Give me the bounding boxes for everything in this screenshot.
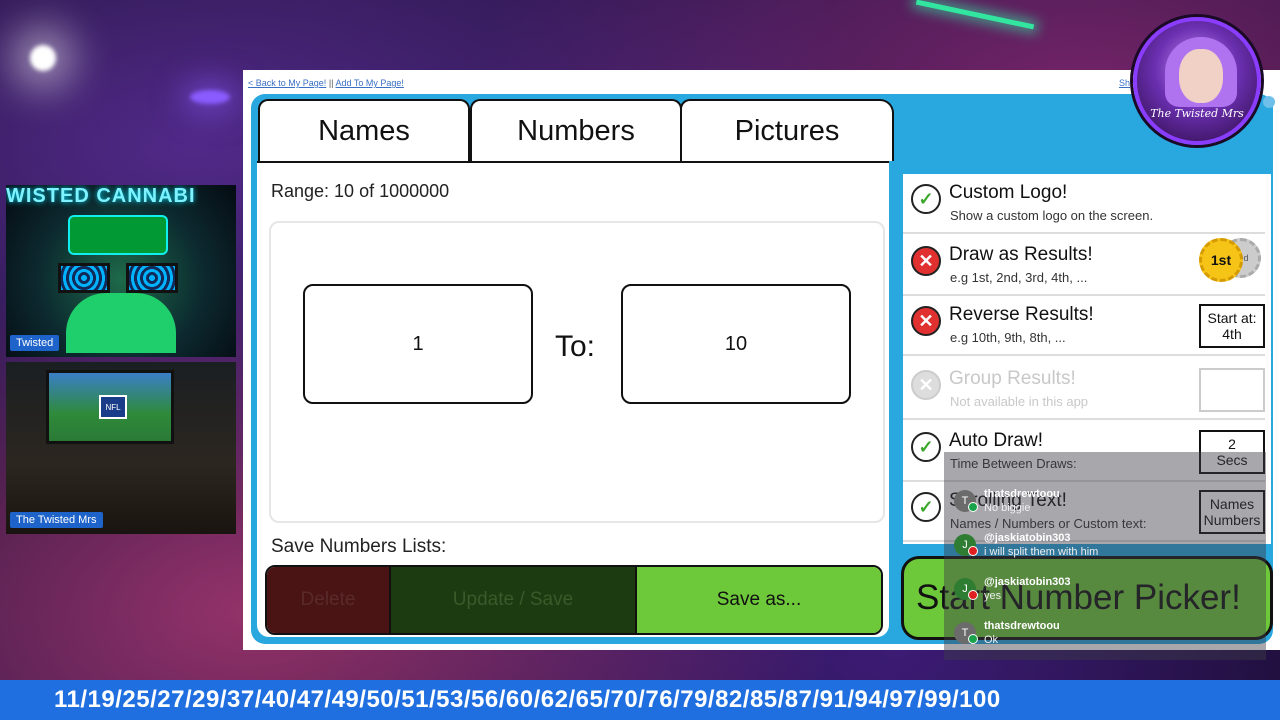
stage-light [30,45,56,71]
first-place-medal-icon: 1st [1199,238,1243,282]
avatar-signature: The Twisted Mrs [1150,107,1244,120]
option-title: Draw as Results! [949,244,1093,265]
to-number-input[interactable]: 10 [621,284,851,404]
nfl-logo-icon: NFL [99,395,127,419]
chat-text: yes [984,590,1002,602]
option-desc: Not available in this app [950,394,1089,409]
update-save-button[interactable]: Update / Save [391,567,637,633]
avatar-face [1179,49,1223,103]
link-separator: || [328,78,334,88]
side-line-2: 4th [1222,326,1242,342]
option-title: Auto Draw! [949,430,1043,451]
check-circle-icon[interactable]: ✓ [911,432,941,462]
kick-icon [968,634,978,644]
group-setting [1199,368,1265,412]
cross-circle-disabled-icon: ✕ [911,370,941,400]
option-desc: e.g 10th, 9th, 8th, ... [950,330,1066,345]
webcam-label: The Twisted Mrs [10,512,103,528]
settings-gear-icon[interactable] [1263,96,1275,108]
check-circle-icon[interactable]: ✓ [911,492,941,522]
chat-username: @jaskiatobin303 [984,532,1071,544]
webcam-twisted-mrs: NFL The Twisted Mrs [6,362,236,534]
cross-circle-icon[interactable]: ✕ [911,246,941,276]
numbers-panel: Range: 10 of 1000000 1 To: 10 Save Numbe… [257,161,889,637]
delete-button[interactable]: Delete [267,567,391,633]
save-buttons-row: Delete Update / Save Save as... [265,565,883,635]
cross-circle-icon[interactable]: ✕ [911,306,941,336]
youtube-icon [968,590,978,600]
tab-pictures[interactable]: Pictures [680,99,894,161]
webcam-label: Twisted [10,335,60,351]
back-to-page-link[interactable]: < Back to My Page! [248,78,326,88]
channel-brand-text: WISTED CANNABI [6,185,196,207]
streamer-avatar: The Twisted Mrs [1133,17,1261,145]
add-to-page-link[interactable]: Add To My Page! [336,78,404,88]
kick-icon [968,502,978,512]
chat-username: thatsdrewtoou [984,620,1060,632]
chat-text: i will split them with him [984,546,1099,558]
top-hat-graphic [68,215,168,255]
mascot-graphic [66,293,176,353]
tv-screen: NFL [46,370,174,444]
side-line-1: 2 [1228,436,1236,452]
youtube-icon [968,546,978,556]
option-custom-logo[interactable]: ✓ Custom Logo! Show a custom logo on the… [903,174,1265,234]
save-lists-label: Save Numbers Lists: [271,536,447,557]
top-links: < Back to My Page! || Add To My Page! [248,78,404,88]
option-draw-as-results[interactable]: ✕ Draw as Results! e.g 1st, 2nd, 3rd, 4t… [903,236,1265,296]
option-title: Reverse Results! [949,304,1094,325]
option-group-results: ✕ Group Results! Not available in this a… [903,360,1265,420]
chat-text: Ok [984,634,999,646]
chat-text: No biggie [984,502,1031,514]
tab-names[interactable]: Names [258,99,470,161]
option-reverse-results[interactable]: ✕ Reverse Results! e.g 10th, 9th, 8th, .… [903,296,1265,356]
to-label: To: [555,330,596,363]
option-desc: e.g 1st, 2nd, 3rd, 4th, ... [950,270,1088,285]
drawn-numbers-ticker: 11/19/25/27/29/37/40/47/49/50/51/53/56/6… [0,680,1280,720]
chat-username: @jaskiatobin303 [984,576,1071,588]
share-link[interactable]: Sh [1119,78,1130,88]
option-title: Group Results! [949,368,1076,389]
save-as-button[interactable]: Save as... [637,567,881,633]
range-text: Range: 10 of 1000000 [271,181,450,201]
option-title: Custom Logo! [949,182,1068,203]
chat-overlay: T thatsdrewtoou No biggie J @jaskiatobin… [944,452,1266,660]
tab-numbers[interactable]: Numbers [470,99,682,161]
chat-username: thatsdrewtoou [984,488,1060,500]
start-at-setting[interactable]: Start at: 4th [1199,304,1265,348]
check-circle-icon[interactable]: ✓ [911,184,941,214]
option-desc: Show a custom logo on the screen. [950,208,1154,223]
from-number-input[interactable]: 1 [303,284,533,404]
glasses-graphic [58,263,178,293]
side-line-1: Start at: [1207,310,1257,326]
webcam-twisted: WISTED CANNABI Twisted [6,185,236,357]
stage-light [190,90,230,104]
range-box: 1 To: 10 [269,221,885,523]
laser-light [915,0,1035,30]
